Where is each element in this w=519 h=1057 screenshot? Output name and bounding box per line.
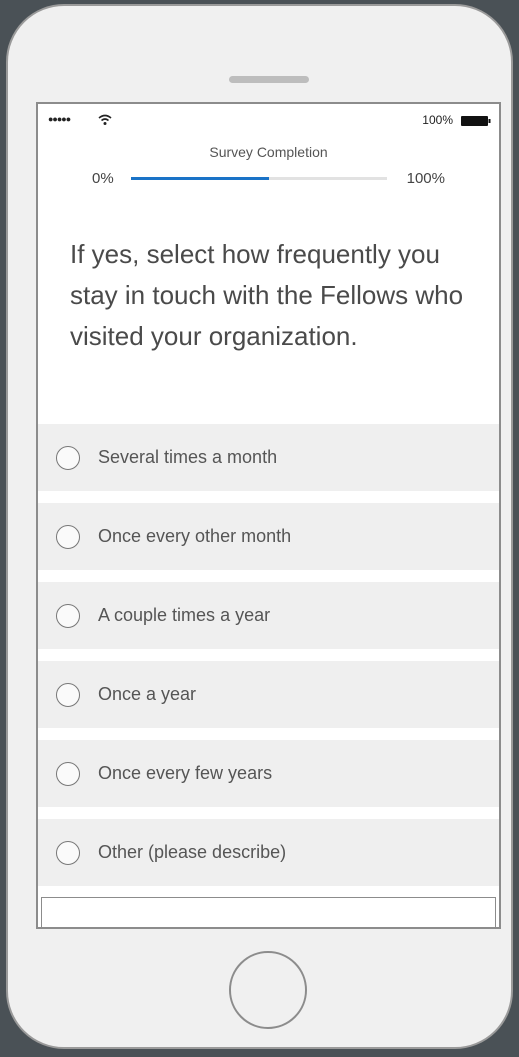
progress-title: Survey Completion bbox=[209, 144, 328, 160]
phone-frame: ●●●●● 100% Survey Completion 0% 100% If … bbox=[6, 4, 513, 1049]
option-label: Other (please describe) bbox=[98, 842, 287, 862]
option-label: Several times a month bbox=[98, 447, 278, 467]
option-label: Once a year bbox=[98, 684, 197, 704]
home-button[interactable] bbox=[229, 951, 307, 1029]
radio-button[interactable] bbox=[56, 604, 80, 628]
option-other[interactable]: Other (please describe) bbox=[38, 819, 499, 886]
battery-percentage: 100% bbox=[422, 113, 453, 127]
option-label: A couple times a year bbox=[98, 605, 271, 625]
option-once-every-other-month[interactable]: Once every other month bbox=[38, 503, 499, 570]
progress-bar-fill bbox=[131, 177, 270, 180]
speaker-grille bbox=[229, 76, 309, 83]
option-label: Once every few years bbox=[98, 763, 273, 783]
progress-bar bbox=[131, 177, 387, 180]
other-description-input[interactable] bbox=[41, 897, 496, 927]
option-label: Once every other month bbox=[98, 526, 292, 546]
answer-options: Several times a month Once every other m… bbox=[38, 424, 499, 898]
battery-icon bbox=[461, 116, 491, 126]
status-bar: ●●●●● 100% bbox=[38, 104, 499, 138]
radio-button[interactable] bbox=[56, 446, 80, 470]
progress-start-label: 0% bbox=[92, 170, 114, 187]
option-several-times-a-month[interactable]: Several times a month bbox=[38, 424, 499, 491]
radio-button[interactable] bbox=[56, 683, 80, 707]
wifi-icon bbox=[98, 114, 112, 125]
phone-screen: ●●●●● 100% Survey Completion 0% 100% If … bbox=[36, 102, 501, 929]
option-once-every-few-years[interactable]: Once every few years bbox=[38, 740, 499, 807]
option-a-couple-times-a-year[interactable]: A couple times a year bbox=[38, 582, 499, 649]
question-text: If yes, select how frequently you stay i… bbox=[70, 239, 464, 351]
progress-end-label: 100% bbox=[406, 170, 445, 187]
signal-strength-icon: ●●●●● bbox=[48, 114, 71, 124]
radio-button[interactable] bbox=[56, 762, 80, 786]
radio-button[interactable] bbox=[56, 525, 80, 549]
option-once-a-year[interactable]: Once a year bbox=[38, 661, 499, 728]
radio-button[interactable] bbox=[56, 841, 80, 865]
